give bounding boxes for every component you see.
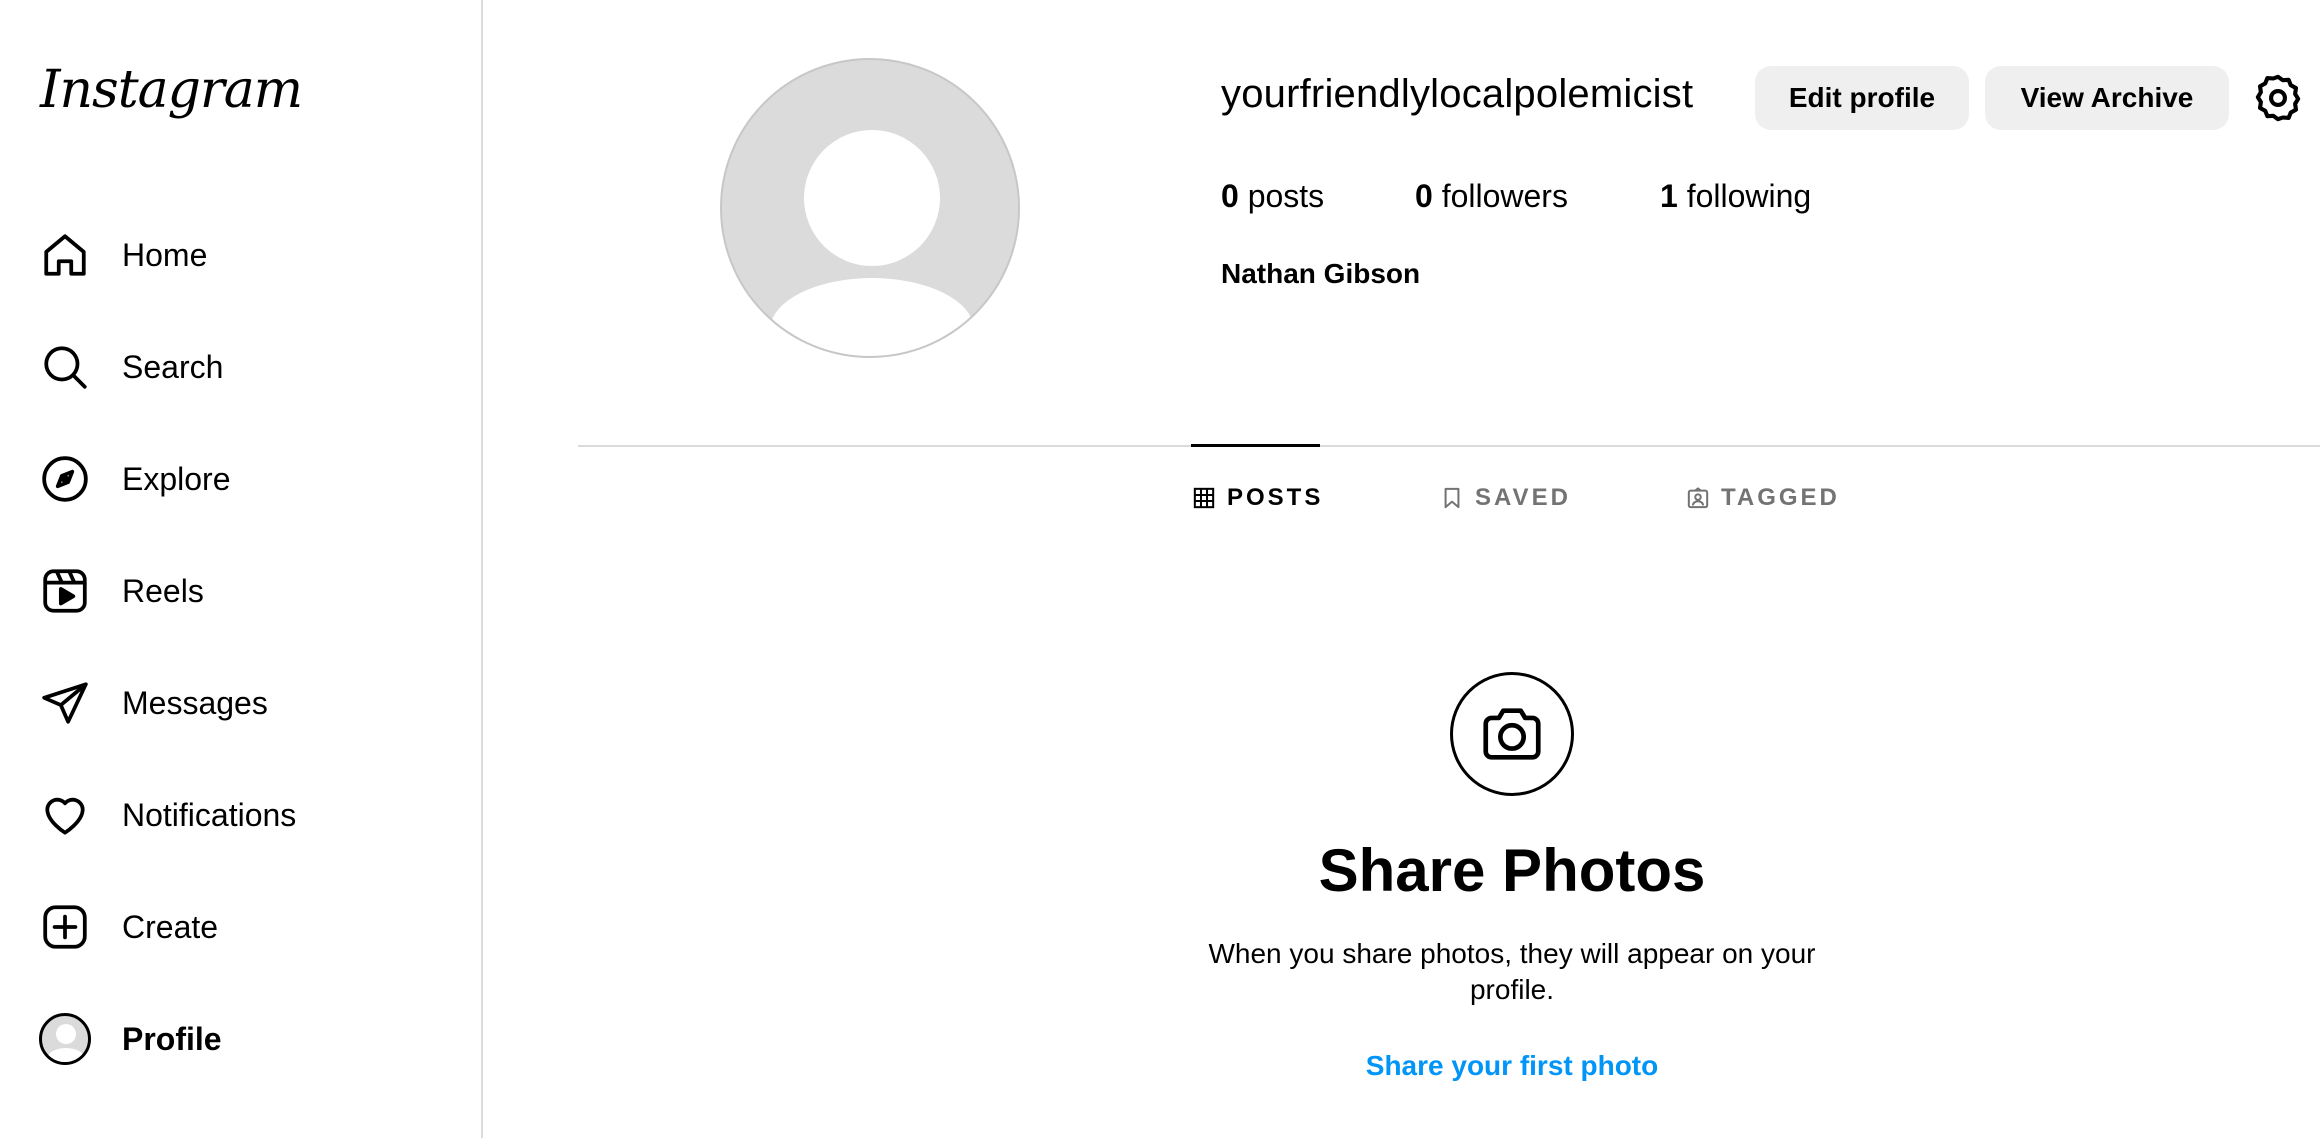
tabs-divider [578,445,2320,447]
avatar [36,1010,94,1068]
reels-icon [36,562,94,620]
sidebar-item-label: Messages [122,684,268,721]
active-tab-indicator [1191,444,1320,447]
plus-square-icon [36,898,94,956]
posts-count: 0 posts [1221,178,1324,215]
sidebar-item-create[interactable]: Create [36,887,456,967]
home-icon [36,226,94,284]
tab-tagged-label: TAGGED [1721,484,1840,511]
edit-profile-button[interactable]: Edit profile [1755,66,1969,130]
avatar-body-shape [770,278,974,356]
profile-avatar[interactable] [720,58,1020,358]
settings-gear-icon[interactable] [2252,72,2304,124]
followers-count-label: followers [1441,178,1568,214]
sidebar-item-label: Explore [122,460,231,497]
heart-icon [36,786,94,844]
following-count-label: following [1686,178,1812,214]
sidebar-item-profile[interactable]: Profile [36,999,456,1079]
followers-count-value: 0 [1415,178,1433,214]
tab-saved-label: SAVED [1475,484,1571,511]
sidebar-item-search[interactable]: Search [36,327,456,407]
grid-icon [1193,487,1215,509]
followers-count[interactable]: 0 followers [1415,178,1568,215]
sidebar-item-messages[interactable]: Messages [36,663,456,743]
sidebar-item-label: Home [122,236,208,273]
following-count[interactable]: 1 following [1660,178,1811,215]
sidebar-item-notifications[interactable]: Notifications [36,775,456,855]
tab-saved[interactable]: SAVED [1441,484,1571,512]
tagged-icon [1687,487,1709,509]
following-count-value: 1 [1660,178,1678,214]
posts-count-label: posts [1247,178,1325,214]
search-icon [36,338,94,396]
tab-tagged[interactable]: TAGGED [1687,484,1840,512]
profile-avatar-icon [39,1013,91,1065]
view-archive-button[interactable]: View Archive [1985,66,2229,130]
profile-full-name: Nathan Gibson [1221,258,1421,289]
send-icon [36,674,94,732]
avatar-head-shape [804,130,940,266]
sidebar-item-home[interactable]: Home [36,215,456,295]
sidebar-item-label: Reels [122,572,204,609]
tab-posts-label: POSTS [1227,484,1324,511]
posts-count-value: 0 [1221,178,1239,214]
empty-state-description: When you share photos, they will appear … [1208,938,1816,1005]
sidebar-item-label: Create [122,908,219,945]
sidebar: Instagram Home Search Explore Reels Mess… [0,0,483,1138]
camera-icon [1450,672,1574,796]
sidebar-item-reels[interactable]: Reels [36,551,456,631]
instagram-logo[interactable]: Instagram [40,60,303,120]
share-first-photo-link[interactable]: Share your first photo [1160,1050,1864,1082]
sidebar-item-explore[interactable]: Explore [36,439,456,519]
sidebar-item-label: Notifications [122,796,297,833]
bookmark-icon [1441,487,1463,509]
profile-username: yourfriendlylocalpolemicist [1221,72,1694,116]
compass-icon [36,450,94,508]
sidebar-item-label: Profile [122,1020,222,1057]
tab-posts[interactable]: POSTS [1193,484,1323,512]
sidebar-item-label: Search [122,348,224,385]
empty-state-title: Share Photos [1318,837,1706,904]
